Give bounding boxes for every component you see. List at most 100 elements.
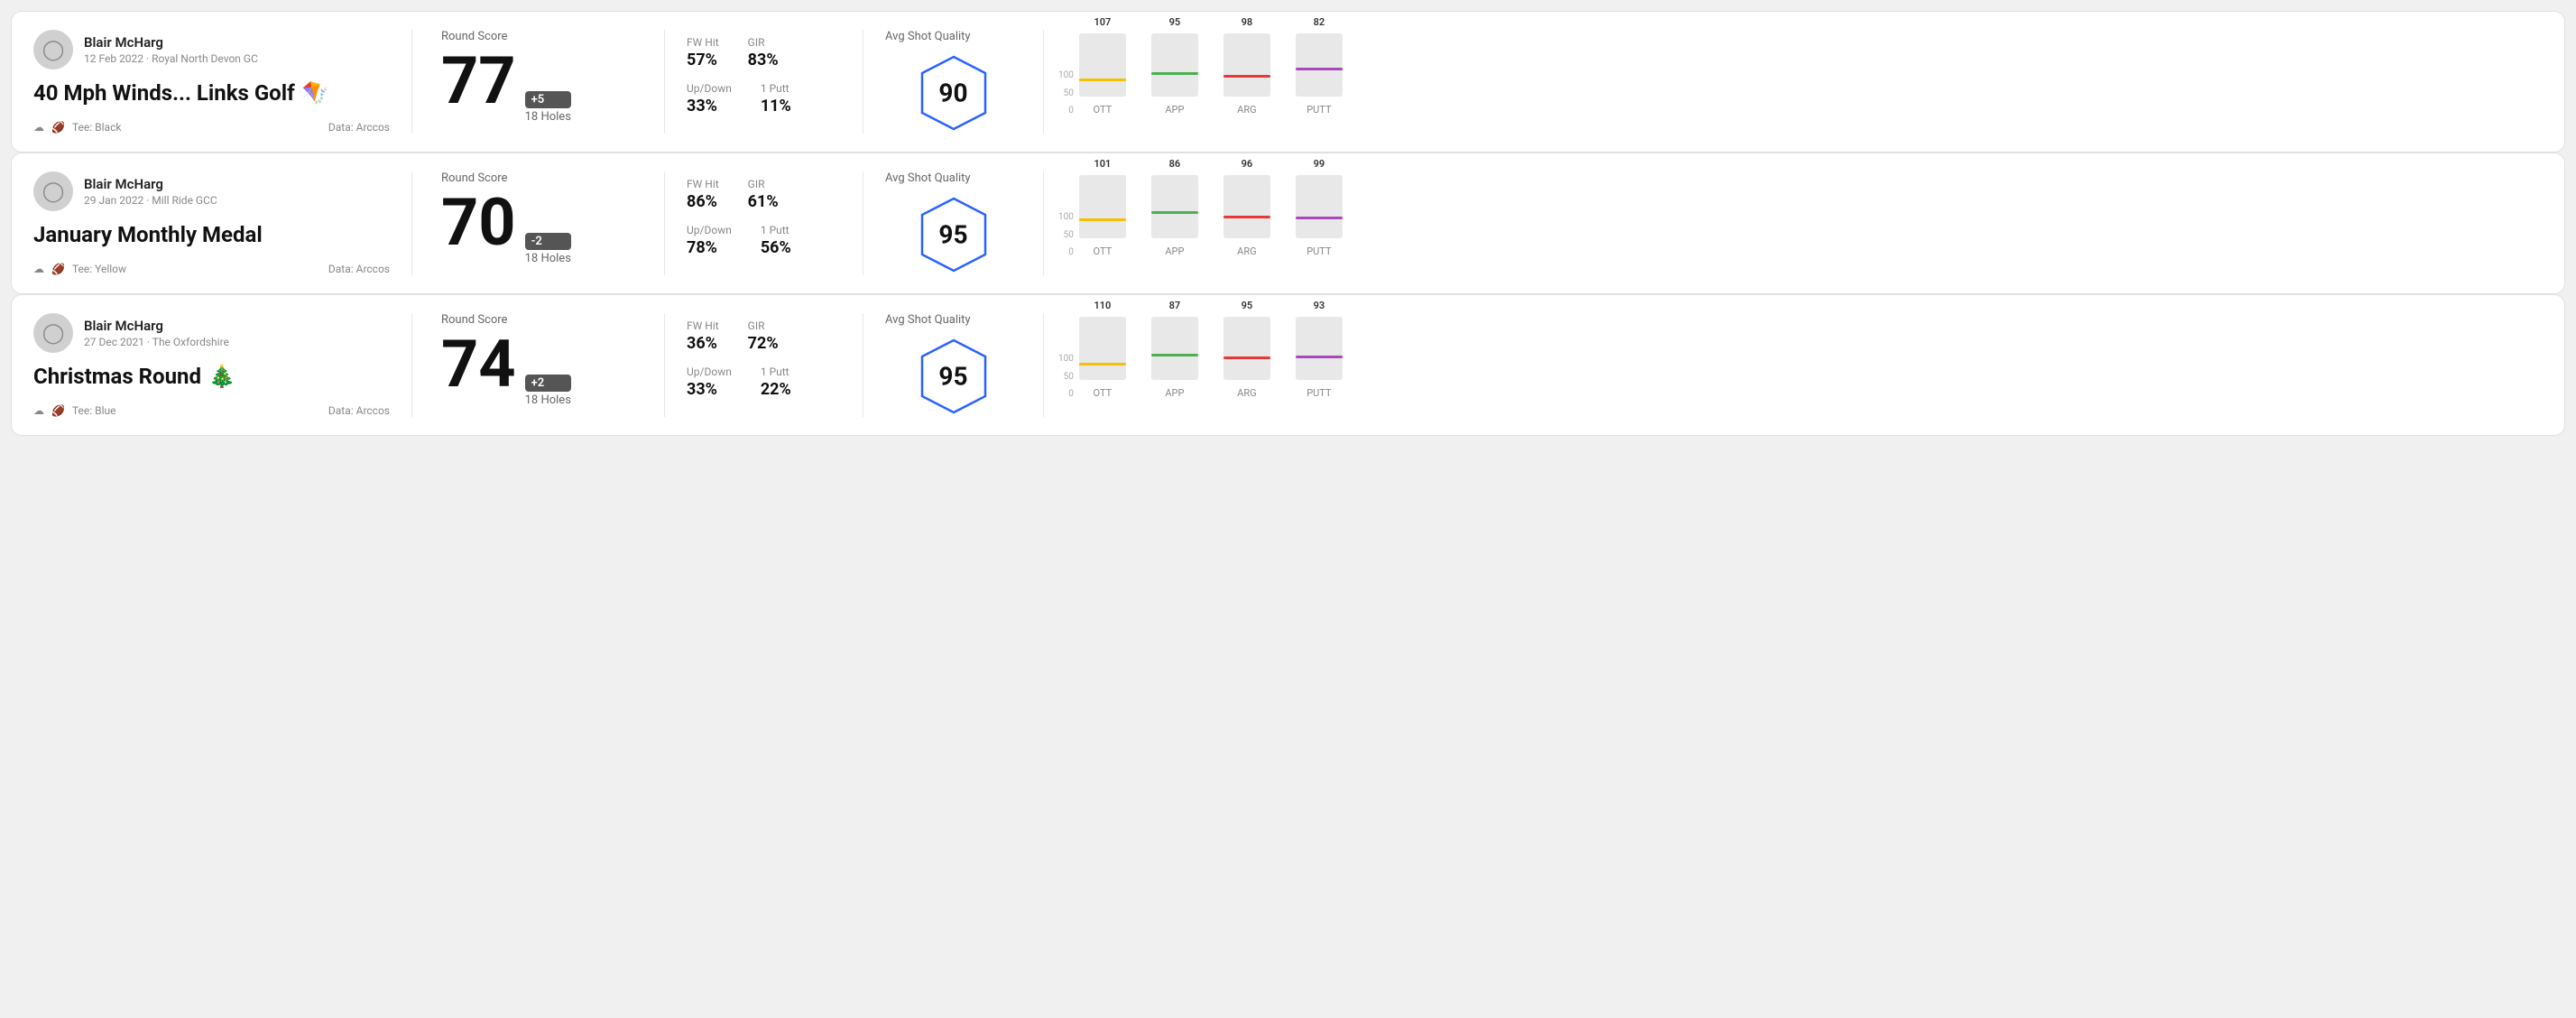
chart-section: 100 50 0 107 OTT 95 APP 98 (1044, 30, 2543, 134)
one-putt-stat: 1 Putt 22% (761, 366, 791, 399)
round-score-label: Round Score (441, 313, 635, 327)
gir-label: GIR (748, 319, 779, 332)
chart-bars: 101 OTT 86 APP 96 ARG 99 (1079, 176, 1343, 275)
player-details: Blair McHarg 12 Feb 2022 · Royal North D… (84, 34, 258, 65)
fw-hit-value: 86% (687, 192, 719, 211)
up-down-value: 78% (687, 238, 732, 257)
fw-hit-stat: FW Hit 57% (687, 36, 719, 69)
fw-hit-label: FW Hit (687, 178, 719, 190)
score-value: 77 (441, 49, 516, 114)
stat-row-bottom: Up/Down 33% 1 Putt 11% (687, 82, 841, 116)
round-card: ◯ Blair McHarg 12 Feb 2022 · Royal North… (11, 11, 2565, 153)
footer-info: ☁ 🏈 Tee: Black Data: Arccos (33, 121, 390, 134)
up-down-value: 33% (687, 97, 732, 116)
y-label-0: 0 (1058, 389, 1074, 399)
y-label-50: 50 (1058, 88, 1074, 98)
round-score-label: Round Score (441, 171, 635, 185)
hexagon: 95 (913, 336, 994, 417)
chart-bar: 95 APP (1151, 16, 1198, 116)
stats-section: FW Hit 36% GIR 72% Up/Down 33% 1 Putt 22… (665, 313, 863, 417)
up-down-value: 33% (687, 380, 732, 399)
chart-bars: 107 OTT 95 APP 98 ARG 82 (1079, 34, 1343, 134)
title-emoji: 🎄 (208, 364, 235, 389)
up-down-label: Up/Down (687, 82, 732, 95)
player-info: ◯ Blair McHarg 12 Feb 2022 · Royal North… (33, 30, 390, 69)
score-row: 70 -2 18 Holes (441, 190, 635, 265)
score-diff-badge: -2 (525, 233, 571, 250)
gir-value: 61% (748, 192, 779, 211)
tee-info: ☁ 🏈 Tee: Black (33, 121, 121, 134)
chart-wrapper: 100 50 0 110 OTT 87 APP 95 (1058, 318, 2528, 417)
chart-bar: 101 OTT (1079, 158, 1126, 257)
round-card: ◯ Blair McHarg 27 Dec 2021 · The Oxfords… (11, 294, 2565, 436)
quality-label: Avg Shot Quality (885, 313, 971, 327)
chart-section: 100 50 0 110 OTT 87 APP 95 (1044, 313, 2543, 417)
quality-label: Avg Shot Quality (885, 171, 971, 185)
hexagon-container: 95 (913, 336, 994, 417)
stat-row-top: FW Hit 86% GIR 61% (687, 178, 841, 211)
one-putt-stat: 1 Putt 56% (761, 224, 791, 257)
score-section: Round Score 70 -2 18 Holes (412, 171, 665, 275)
avatar: ◯ (33, 30, 73, 69)
player-details: Blair McHarg 27 Dec 2021 · The Oxfordshi… (84, 318, 229, 348)
round-score-label: Round Score (441, 30, 635, 43)
chart-bar: 86 APP (1151, 158, 1198, 257)
quality-label: Avg Shot Quality (885, 30, 971, 43)
score-value: 70 (441, 190, 516, 255)
bag-icon: 🏈 (51, 404, 65, 417)
weather-icon: ☁ (33, 121, 44, 134)
y-label-50: 50 (1058, 230, 1074, 240)
player-date: 12 Feb 2022 · Royal North Devon GC (84, 52, 258, 65)
hexagon: 90 (913, 52, 994, 134)
chart-y-axis: 100 50 0 (1058, 212, 1074, 275)
quality-section: Avg Shot Quality 95 (863, 313, 1044, 417)
fw-hit-label: FW Hit (687, 36, 719, 49)
chart-bar: 87 APP (1151, 300, 1198, 399)
score-diff-badge: +5 (525, 91, 571, 108)
tee-info: ☁ 🏈 Tee: Yellow (33, 263, 126, 275)
player-info: ◯ Blair McHarg 27 Dec 2021 · The Oxfords… (33, 313, 390, 353)
chart-bar: 96 ARG (1223, 158, 1270, 257)
score-section: Round Score 74 +2 18 Holes (412, 313, 665, 417)
y-label-0: 0 (1058, 247, 1074, 257)
gir-label: GIR (748, 36, 779, 49)
weather-icon: ☁ (33, 263, 44, 275)
bag-icon: 🏈 (51, 121, 65, 134)
up-down-label: Up/Down (687, 366, 732, 378)
hex-score: 90 (938, 79, 967, 108)
hexagon-container: 90 (913, 52, 994, 134)
hexagon: 95 (913, 194, 994, 275)
user-icon: ◯ (42, 39, 65, 61)
fw-hit-value: 57% (687, 51, 719, 69)
data-source: Data: Arccos (328, 404, 390, 417)
gir-stat: GIR 61% (748, 178, 779, 211)
chart-y-axis: 100 50 0 (1058, 354, 1074, 417)
stat-row-top: FW Hit 36% GIR 72% (687, 319, 841, 353)
up-down-stat: Up/Down 33% (687, 82, 732, 116)
gir-value: 83% (748, 51, 779, 69)
chart-wrapper: 100 50 0 101 OTT 86 APP 96 (1058, 176, 2528, 275)
chart-bar: 99 PUTT (1296, 158, 1343, 257)
stat-row-bottom: Up/Down 33% 1 Putt 22% (687, 366, 841, 399)
stats-section: FW Hit 57% GIR 83% Up/Down 33% 1 Putt 11… (665, 30, 863, 134)
chart-bar: 98 ARG (1223, 16, 1270, 116)
fw-hit-stat: FW Hit 36% (687, 319, 719, 353)
round-title: 40 Mph Winds... Links Golf 🪁 (33, 80, 390, 106)
round-title: January Monthly Medal (33, 222, 390, 247)
footer-info: ☁ 🏈 Tee: Yellow Data: Arccos (33, 263, 390, 275)
footer-info: ☁ 🏈 Tee: Blue Data: Arccos (33, 404, 390, 417)
one-putt-value: 56% (761, 238, 791, 257)
hex-score: 95 (938, 220, 967, 250)
y-label-50: 50 (1058, 372, 1074, 382)
gir-stat: GIR 72% (748, 319, 779, 353)
chart-y-axis: 100 50 0 (1058, 70, 1074, 134)
hexagon-container: 95 (913, 194, 994, 275)
player-details: Blair McHarg 29 Jan 2022 · Mill Ride GCC (84, 176, 217, 207)
up-down-label: Up/Down (687, 224, 732, 236)
tee-label: Tee: Black (72, 121, 121, 134)
chart-bar: 93 PUTT (1296, 300, 1343, 399)
stats-section: FW Hit 86% GIR 61% Up/Down 78% 1 Putt 56… (665, 171, 863, 275)
quality-section: Avg Shot Quality 95 (863, 171, 1044, 275)
one-putt-label: 1 Putt (761, 224, 791, 236)
chart-bar: 110 OTT (1079, 300, 1126, 399)
